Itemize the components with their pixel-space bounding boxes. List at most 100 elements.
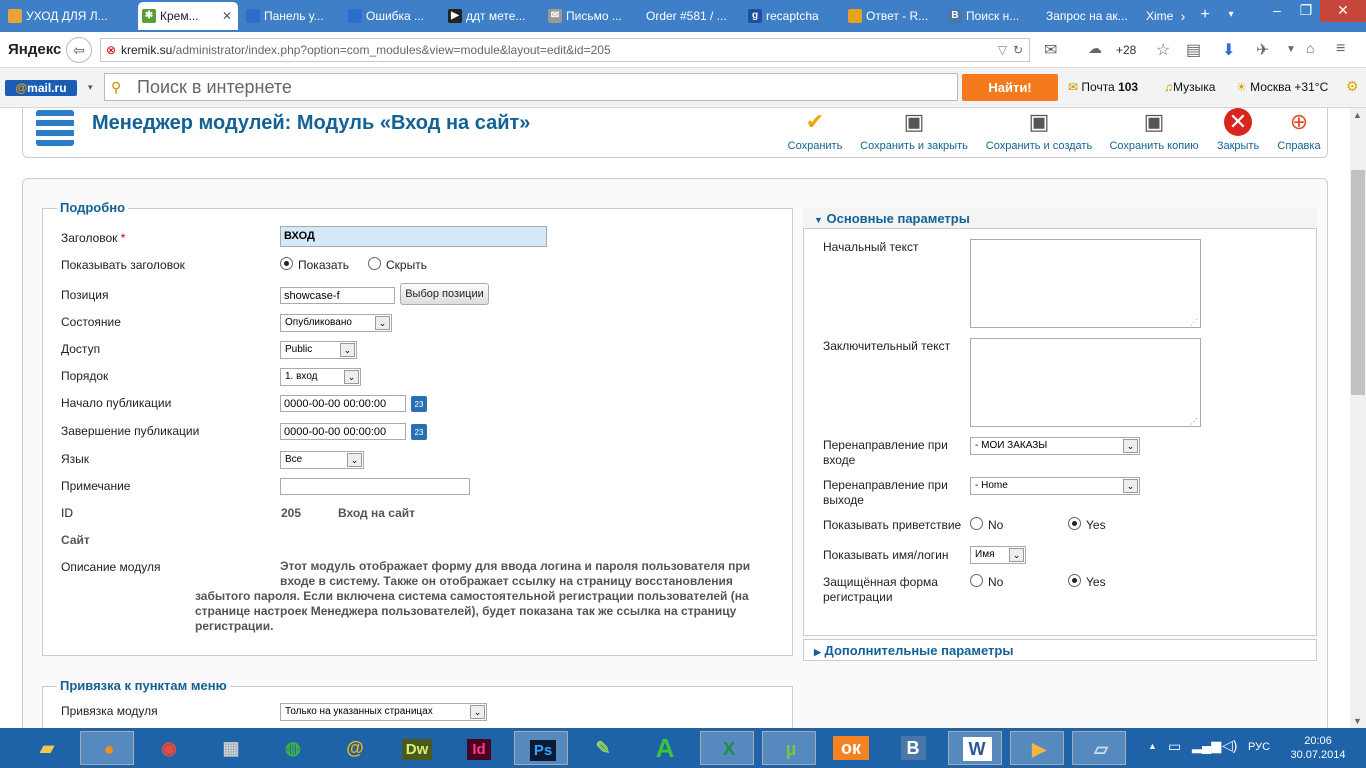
utorrent-icon[interactable]: µ [762,731,816,765]
scroll-up-icon[interactable]: ▲ [1353,110,1362,120]
calculator-icon[interactable]: ▦ [204,731,258,765]
position-input[interactable]: showcase-f [280,287,395,304]
browser-tab-active[interactable]: ✱ Крем... ✕ [138,2,238,30]
save-close-button[interactable]: ▣ Сохранить и закрыть [856,108,972,152]
reload-icon[interactable]: ↻ [1013,39,1023,61]
bookmark-star-icon[interactable]: ☆ [1156,40,1170,60]
weather-link[interactable]: ☀ Москва +31°С [1236,80,1328,94]
close-window-icon[interactable]: ✕ [1320,0,1366,22]
logout-redirect-select[interactable]: - Home ⌄ [970,477,1140,495]
tab-list-icon[interactable]: ▾ [1224,5,1238,27]
media-player-icon[interactable]: ▶ [1010,731,1064,765]
maximize-icon[interactable]: ❐ [1292,0,1320,22]
a-app-icon[interactable]: A [638,731,692,765]
browser-tab[interactable]: Xime [1126,2,1174,30]
settings-gear-icon[interactable]: ⚙ [1346,78,1359,95]
tray-expand-icon[interactable]: ▲ [1148,741,1157,751]
browser-tab[interactable]: УХОД ДЛЯ Л... [4,2,134,30]
mail-link[interactable]: ✉ Почта 103 [1068,80,1138,94]
mail-agent-icon[interactable]: @ [328,731,382,765]
volume-icon[interactable]: ◁) [1222,737,1237,754]
menu-icon[interactable]: ≡ [1336,40,1345,58]
dropdown-icon[interactable]: ▽ [998,39,1007,61]
secure-yes-radio[interactable] [1068,574,1081,587]
vk-icon[interactable]: В [886,731,940,765]
state-select[interactable]: Опубликовано ⌄ [280,314,392,332]
scroll-down-icon[interactable]: ▼ [1353,716,1362,726]
resize-handle-icon[interactable]: ⋰ [1190,318,1198,327]
url-field[interactable]: ⊗ kremik.su/administrator/index.php?optio… [100,38,1030,62]
show-title-radio[interactable] [280,257,293,270]
calendar-icon[interactable]: 23 [411,396,427,412]
order-select[interactable]: 1. вход ⌄ [280,368,361,386]
calendar-icon[interactable]: 23 [411,424,427,440]
new-tab-icon[interactable]: + [1196,5,1214,27]
browser-tab[interactable]: Ответ - R... [844,2,940,30]
paint-icon[interactable]: ◉ [142,731,196,765]
close-button[interactable]: ✕ Закрыть [1212,108,1264,152]
notepad-plus-icon[interactable]: ✎ [576,731,630,765]
pretext-textarea[interactable]: ⋰ [970,239,1201,328]
basic-options-toggle[interactable]: ▼ Основные параметры [814,211,970,226]
word-icon[interactable]: W [948,731,1002,765]
minimize-icon[interactable]: ‒ [1262,0,1292,22]
back-button[interactable]: ⇦ [66,37,92,63]
login-redirect-select[interactable]: - МОИ ЗАКАЗЫ ⌄ [970,437,1140,455]
save-copy-button[interactable]: ▣ Сохранить копию [1106,108,1202,152]
firefox-icon[interactable]: ● [80,731,134,765]
search-input[interactable]: ⚲ Поиск в интернете [104,73,958,101]
module-assignment-select[interactable]: Только на указанных страницах ⌄ [280,703,487,721]
browser-tab[interactable]: Ошибка ... [344,2,440,30]
odnoklassniki-icon[interactable]: ок [824,731,878,765]
indesign-icon[interactable]: Id [452,731,506,765]
network-icon[interactable]: ▂▄▆ [1192,738,1221,754]
access-select[interactable]: Public ⌄ [280,341,357,359]
greeting-yes-radio[interactable] [1068,517,1081,530]
dropdown-icon[interactable]: ▾ [88,82,93,93]
download-icon[interactable]: ⬇ [1222,40,1235,60]
browser-tab[interactable]: ▶ ддт мете... [444,2,540,30]
scrollbar-thumb[interactable] [1351,170,1365,395]
help-button[interactable]: ⊕ Справка [1272,108,1326,152]
home-icon[interactable]: ⌂ [1306,40,1314,56]
secure-no-radio[interactable] [970,574,983,587]
music-link[interactable]: ♫Музыка [1164,80,1215,94]
save-button[interactable]: ✔ Сохранить [783,108,847,152]
title-input[interactable]: ВХОД [280,226,547,247]
notes-icon[interactable]: ▱ [1072,731,1126,765]
excel-icon[interactable]: X [700,731,754,765]
browser-tab[interactable]: Order #581 / ... [626,2,736,30]
mail-icon[interactable]: ✉ [1044,40,1057,60]
save-new-button[interactable]: ▣ Сохранить и создать [982,108,1096,152]
tab-scroll-icon[interactable]: › [1176,6,1190,28]
bookmarks-list-icon[interactable]: ▤ [1186,40,1201,60]
find-button[interactable]: Найти! [962,74,1058,101]
name-login-select[interactable]: Имя ⌄ [970,546,1026,564]
dreamweaver-icon[interactable]: Dw [390,731,444,765]
addon-icon[interactable]: ✈ [1256,40,1269,60]
mailru-logo[interactable]: @mail.ru [5,80,77,96]
photoshop-icon[interactable]: Ps [514,731,568,765]
publish-up-input[interactable]: 0000-00-00 00:00:00 [280,395,406,412]
resize-handle-icon[interactable]: ⋰ [1190,417,1198,426]
battery-icon[interactable]: ▭ [1168,738,1181,755]
menu-dropdown-icon[interactable]: ▼ [1286,44,1296,55]
explorer-icon[interactable]: ▰ [20,731,74,765]
hide-title-radio[interactable] [368,257,381,270]
select-position-button[interactable]: Выбор позиции [400,283,489,305]
posttext-textarea[interactable]: ⋰ [970,338,1201,427]
browser-tab[interactable]: g recaptcha [744,2,840,30]
chevron-down-icon: ⌄ [1009,548,1024,562]
weather-icon[interactable]: ☁ [1088,40,1102,57]
greeting-no-radio[interactable] [970,517,983,530]
system-clock[interactable]: 20:06 30.07.2014 [1288,734,1348,762]
publish-down-input[interactable]: 0000-00-00 00:00:00 [280,423,406,440]
browser-tab[interactable]: Запрос на ак... [1026,2,1140,30]
language-indicator[interactable]: РУС [1248,741,1270,753]
language-select[interactable]: Все ⌄ [280,451,364,469]
chrome-icon[interactable]: ◍ [266,731,320,765]
advanced-options-toggle[interactable]: ▶ Дополнительные параметры [814,643,1013,658]
note-input[interactable] [280,478,470,495]
browser-tab[interactable]: Панель у... [242,2,340,30]
close-tab-icon[interactable]: ✕ [222,2,232,30]
